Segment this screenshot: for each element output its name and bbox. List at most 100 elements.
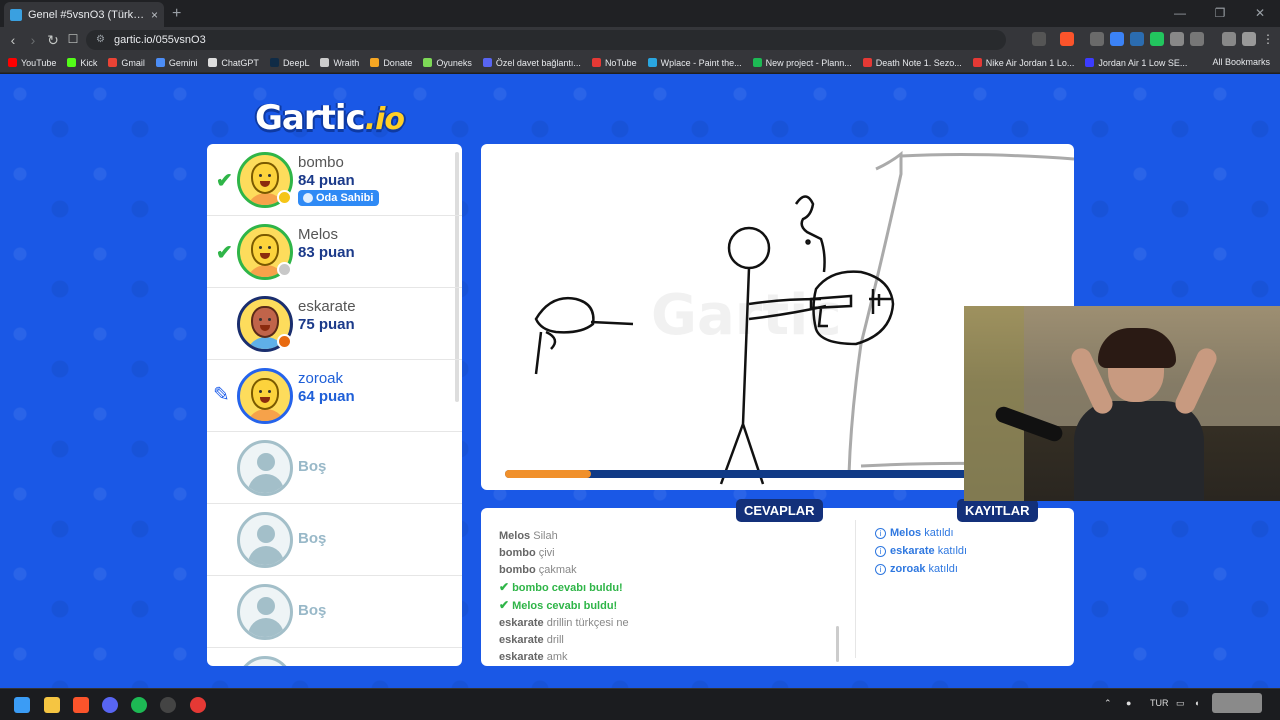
- bookmark-favicon-icon: [67, 58, 77, 67]
- bookmark-label: Kick: [80, 57, 98, 68]
- log-text: katıldı: [937, 545, 968, 557]
- info-icon: i: [875, 528, 886, 539]
- player-name: Melos: [298, 226, 339, 243]
- player-avatar: [237, 368, 293, 424]
- site-info-icon[interactable]: ⚙: [96, 30, 105, 50]
- player-row[interactable]: ✎ zoroak 64 puan: [207, 360, 462, 432]
- tray-chevron-icon[interactable]: ⌃: [1104, 698, 1112, 709]
- bookmark-label: Oyuneks: [436, 57, 472, 68]
- player-row[interactable]: ✔ Melos 83 puan: [207, 216, 462, 288]
- input-language[interactable]: TUR: [1150, 698, 1169, 708]
- message-user: bombo: [512, 582, 549, 594]
- bookmark-item[interactable]: ChatGPT: [208, 58, 259, 68]
- bookmark-label: YouTube: [21, 57, 57, 68]
- bookmark-item[interactable]: Wraith: [320, 58, 359, 68]
- file-explorer-icon[interactable]: [44, 697, 60, 713]
- answers-scrollbar[interactable]: [836, 626, 839, 662]
- bookmark-item[interactable]: New project - Plann...: [752, 58, 852, 68]
- answer-message: eskarate amk: [499, 649, 839, 666]
- empty-player-slot-partial: [207, 648, 462, 666]
- bookmark-item[interactable]: Kick: [67, 58, 97, 68]
- player-row[interactable]: eskarate 75 puan: [207, 288, 462, 360]
- forward-icon[interactable]: ›: [24, 32, 42, 48]
- sidebar-icon[interactable]: [1242, 32, 1256, 46]
- back-icon[interactable]: ‹: [4, 32, 22, 48]
- webcam-overlay: [964, 306, 1280, 501]
- webcam-person-torso: [1074, 401, 1204, 501]
- volume-icon[interactable]: ◖: [1194, 698, 1199, 708]
- message-text: drill: [546, 634, 564, 646]
- bookmark-label: Gmail: [121, 57, 145, 68]
- bookmark-item[interactable]: Wplace - Paint the...: [647, 57, 742, 68]
- extension-icon[interactable]: [1090, 32, 1104, 46]
- browser-tab[interactable]: Genel #5vsnO3 (Türkçe) - Gartic.io ×: [4, 2, 164, 27]
- answers-list: Melos Silah bombo çivi bombo çakmak ✔ bombo …: [499, 528, 839, 666]
- bookmark-favicon-icon: [8, 58, 17, 67]
- bookmark-item[interactable]: NoTube: [591, 57, 637, 68]
- media-icon[interactable]: [1222, 32, 1236, 46]
- message-text: çivi: [538, 547, 555, 559]
- log-user: Melos: [890, 527, 922, 539]
- vpn-extension-icon[interactable]: [1150, 32, 1164, 46]
- empty-avatar-icon: [237, 656, 293, 666]
- audio-extension-icon[interactable]: [1130, 32, 1144, 46]
- bookmark-item[interactable]: Gmail: [108, 58, 145, 68]
- player-row[interactable]: ✔ bombo 84 puan Oda Sahibi: [207, 144, 462, 216]
- brave-shield-icon[interactable]: [1060, 32, 1074, 46]
- bookmark-favicon-icon: [320, 58, 330, 67]
- reload-icon[interactable]: ↻: [44, 32, 62, 49]
- bookmark-item[interactable]: Özel davet bağlantı...: [482, 57, 581, 68]
- bookmark-item[interactable]: YouTube: [8, 58, 56, 68]
- url-text: gartic.io/055vsnO3: [114, 34, 206, 46]
- answer-message: bombo çakmak: [499, 562, 839, 579]
- answer-message: Melos Silah: [499, 528, 839, 545]
- brave-browser-icon[interactable]: [73, 697, 89, 713]
- start-icon[interactable]: [14, 697, 30, 713]
- spotify-icon[interactable]: [131, 697, 147, 713]
- bookmark-favicon-icon: [155, 58, 165, 67]
- room-owner-badge: Oda Sahibi: [298, 190, 380, 206]
- bookmark-label: Wplace - Paint the...: [660, 57, 742, 68]
- microphone-tray-icon[interactable]: ●: [1126, 698, 1131, 708]
- bookmark-icon[interactable]: ☐: [64, 32, 82, 46]
- translate-extension-icon[interactable]: [1110, 32, 1124, 46]
- bookmark-label: Jordan Air 1 Low SE...: [1098, 57, 1188, 68]
- obs-icon[interactable]: [160, 697, 176, 713]
- bookmark-label: Özel davet bağlantı...: [495, 57, 581, 68]
- close-window-icon[interactable]: ✕: [1240, 0, 1280, 27]
- menu-icon[interactable]: ⋮: [1262, 32, 1276, 46]
- message-user: eskarate: [499, 651, 544, 663]
- empty-player-slot: Boş: [207, 504, 462, 576]
- extensions-puzzle-icon[interactable]: [1170, 32, 1184, 46]
- log-entry: i Melos katıldı: [875, 524, 967, 542]
- record-app-icon[interactable]: [190, 697, 206, 713]
- bookmark-item[interactable]: Oyuneks: [423, 58, 472, 68]
- log-text: katıldı: [924, 527, 954, 539]
- answers-title[interactable]: CEVAPLAR: [736, 499, 823, 522]
- bookmark-item[interactable]: Donate: [370, 58, 412, 68]
- round-timer-fill: [505, 470, 592, 478]
- bookmark-item[interactable]: DeepL: [269, 58, 309, 68]
- minimize-icon[interactable]: —: [1160, 0, 1200, 27]
- cast-icon[interactable]: [1032, 32, 1046, 46]
- all-bookmarks-button[interactable]: All Bookmarks: [1212, 57, 1270, 67]
- empty-player-slot: Boş: [207, 576, 462, 648]
- trash-icon[interactable]: [1190, 32, 1204, 46]
- new-tab-button[interactable]: +: [172, 5, 181, 23]
- players-list: ✔ bombo 84 puan Oda Sahibi ✔ Melos 83 puan eska…: [207, 144, 462, 666]
- bookmark-item[interactable]: Death Note 1. Sezo...: [862, 58, 962, 68]
- network-icon[interactable]: ▭: [1176, 698, 1185, 709]
- logs-title[interactable]: KAYITLAR: [957, 499, 1038, 522]
- bookmark-item[interactable]: Gemini: [155, 58, 197, 68]
- tab-title: Genel #5vsnO3 (Türkçe) - Gartic.io: [28, 8, 147, 21]
- bookmark-label: NoTube: [604, 57, 637, 68]
- info-icon: i: [875, 564, 886, 575]
- maximize-icon[interactable]: ❐: [1200, 0, 1240, 27]
- bookmark-item[interactable]: Nike Air Jordan 1 Lo...: [972, 58, 1074, 68]
- url-field[interactable]: ⚙ gartic.io/055vsnO3: [86, 30, 1006, 50]
- logo-main: Gartic: [255, 98, 366, 138]
- drawing-pencil-icon: ✎: [213, 384, 230, 406]
- bookmark-item[interactable]: Jordan Air 1 Low SE...: [1085, 58, 1187, 68]
- discord-icon[interactable]: [102, 697, 118, 713]
- close-tab-icon[interactable]: ×: [151, 8, 158, 22]
